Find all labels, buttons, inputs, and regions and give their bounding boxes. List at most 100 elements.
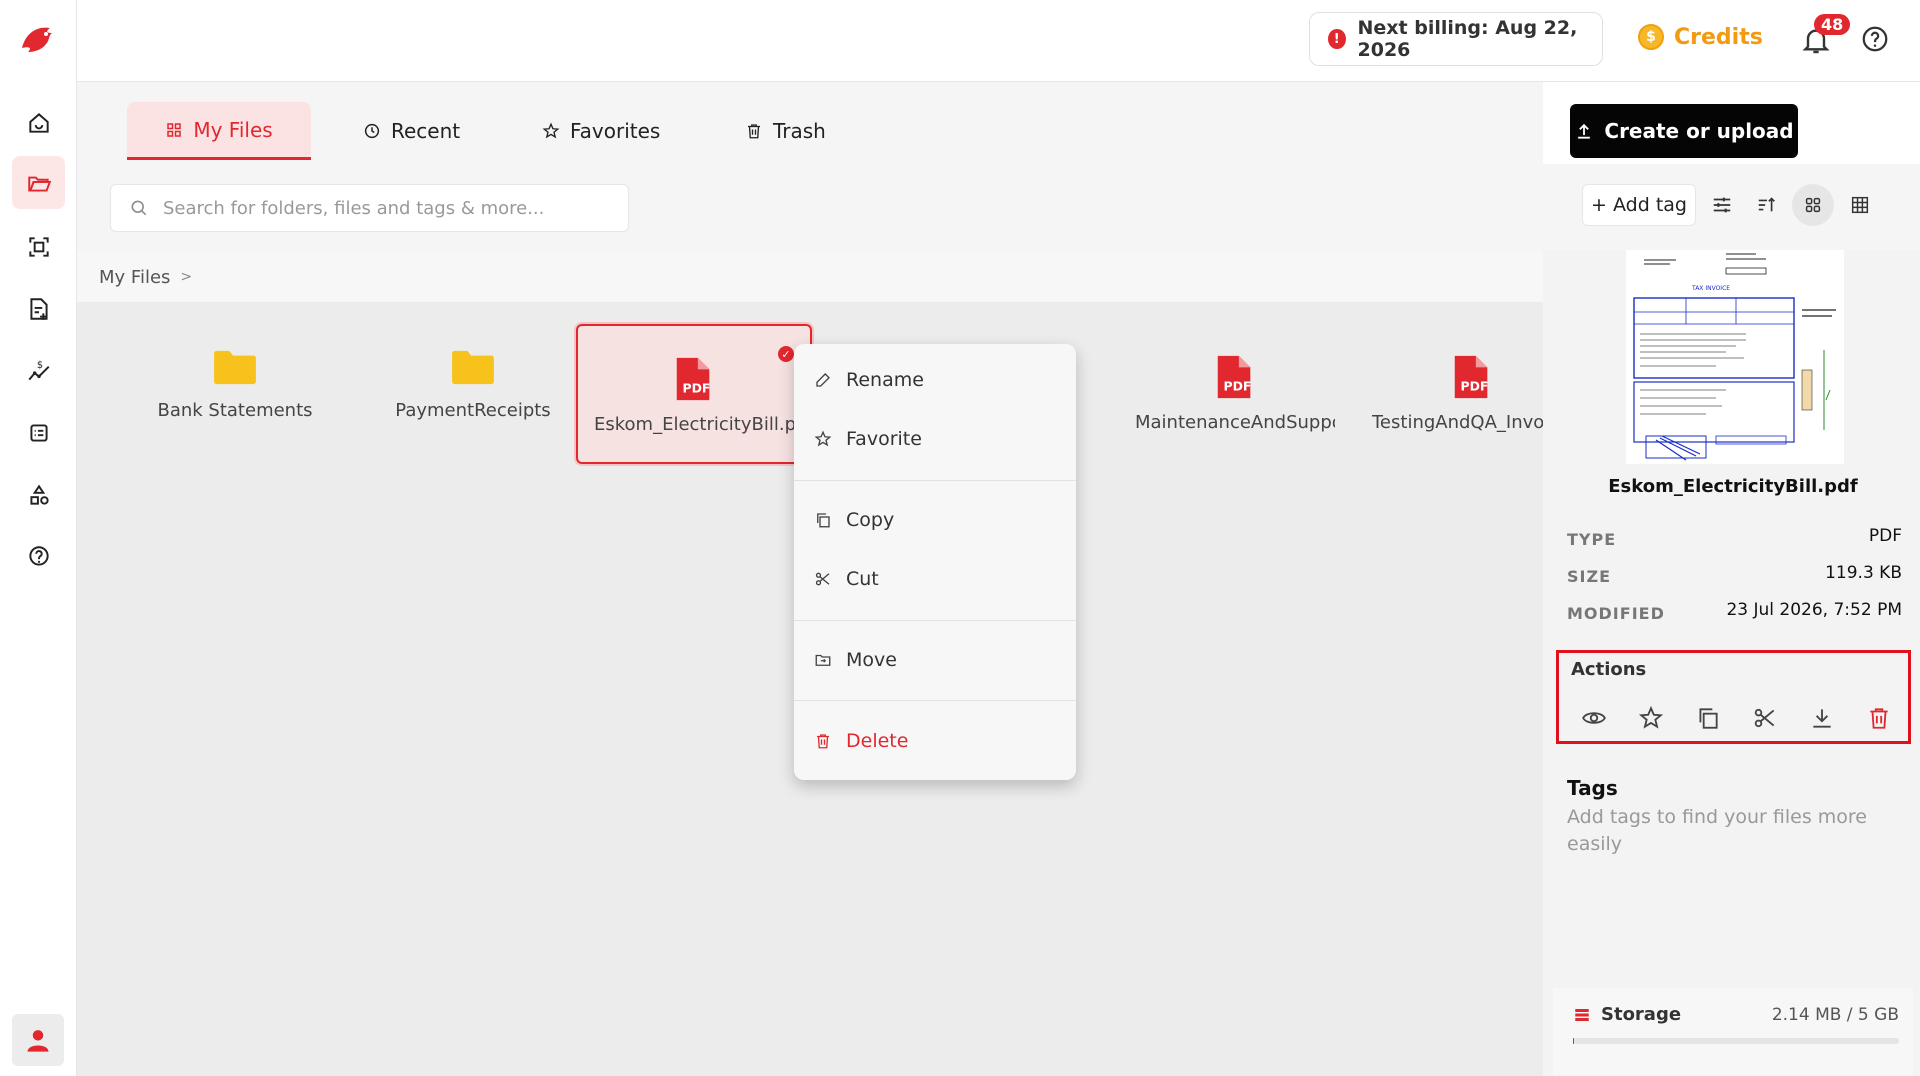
billing-label: Next billing: Aug 22, 2026 (1357, 17, 1578, 61)
file-name: TestingAndQA_Invoice.pdf (1372, 412, 1572, 433)
preview-eye-icon[interactable] (1581, 705, 1607, 731)
context-cut[interactable]: Cut (814, 559, 879, 599)
shapes-icon (29, 484, 49, 505)
billing-status[interactable]: ! Next billing: Aug 22, 2026 (1309, 12, 1603, 66)
storage-value: 2.14 MB / 5 GB (1771, 1005, 1899, 1025)
edit-icon (816, 373, 830, 387)
copy-icon[interactable] (1695, 705, 1721, 731)
file-name: Eskom_ElectricityBill.pdf (594, 414, 794, 435)
storage-icon (1575, 1008, 1589, 1021)
trash-icon (748, 124, 760, 139)
tags-title: Tags (1567, 776, 1618, 800)
storage-progress-fill (1573, 1038, 1574, 1044)
tab-favorites[interactable]: Favorites (522, 102, 680, 160)
svg-text:$: $ (36, 359, 42, 370)
tab-my-files[interactable]: My Files (127, 102, 311, 160)
folder-item[interactable]: Bank Statements (117, 348, 353, 421)
menu-label: Cut (846, 568, 879, 590)
file-name: PaymentReceipts (395, 400, 551, 421)
pdf-label: PDF (1224, 378, 1252, 393)
tab-recent[interactable]: Recent (343, 102, 480, 160)
context-rename[interactable]: Rename (814, 360, 924, 400)
selected-file-name: Eskom_ElectricityBill.pdf (1608, 476, 1858, 497)
pdf-label: PDF (1461, 378, 1489, 393)
context-copy[interactable]: Copy (814, 500, 894, 540)
user-avatar[interactable] (12, 1014, 64, 1066)
delete-trash-icon[interactable] (1866, 705, 1892, 731)
finance-chart-icon: $ (28, 359, 49, 380)
file-item[interactable]: PDF MaintenanceAndSupport (1117, 354, 1353, 433)
credits-button[interactable]: $ Credits (1638, 24, 1763, 50)
sort-button[interactable] (1750, 188, 1784, 222)
create-or-upload-button[interactable]: Create or upload (1570, 104, 1798, 158)
filter-button[interactable] (1705, 188, 1739, 222)
folder-icon (214, 350, 256, 385)
document-add-icon (29, 297, 48, 320)
storage-progress-bar (1573, 1038, 1899, 1044)
sort-icon (1758, 197, 1775, 212)
help-button[interactable] (1860, 24, 1890, 54)
menu-label: Delete (846, 730, 909, 752)
download-icon[interactable] (1809, 705, 1835, 731)
tab-label: Recent (391, 119, 461, 143)
documents-nav-button[interactable] (12, 282, 65, 335)
scissors-icon[interactable] (1752, 705, 1778, 731)
file-preview-thumbnail[interactable]: TAX INVOICE (1626, 250, 1844, 464)
table-view-button[interactable] (1843, 188, 1877, 222)
breadcrumb-root[interactable]: My Files (99, 267, 170, 288)
storage-section: Storage 2.14 MB / 5 GB (1553, 988, 1913, 1076)
menu-label: Favorite (846, 428, 922, 450)
upload-icon (1578, 123, 1591, 139)
file-name: Bank Statements (157, 400, 313, 421)
favorite-star-icon[interactable] (1638, 705, 1664, 731)
shapes-nav-button[interactable] (12, 468, 65, 521)
pdf-icon: PDF (1217, 355, 1252, 399)
menu-label: Rename (846, 369, 924, 391)
context-favorite[interactable]: Favorite (814, 419, 922, 459)
home-nav-button[interactable] (12, 96, 65, 149)
star-icon (542, 122, 560, 139)
actions-section: Actions (1556, 650, 1911, 744)
add-tag-button[interactable]: + Add tag (1582, 184, 1696, 226)
size-value: 119.3 KB (1825, 563, 1902, 583)
modified-value: 23 Jul 2026, 7:52 PM (1726, 600, 1902, 620)
size-label: SIZE (1567, 567, 1612, 586)
tab-trash[interactable]: Trash (725, 102, 846, 160)
checklist-nav-button[interactable] (12, 406, 65, 459)
file-item-selected[interactable]: ✓ PDF Eskom_ElectricityBill.pdf (576, 324, 812, 464)
trash-icon (817, 734, 829, 749)
menu-divider (794, 620, 1076, 621)
scan-nav-button[interactable] (12, 220, 65, 273)
user-icon (27, 1030, 49, 1052)
search-input[interactable]: Search for folders, files and tags & mor… (163, 198, 544, 219)
tags-hint: Add tags to find your files more easily (1567, 806, 1867, 855)
tabs-bar: My Files Recent Favorites Trash (77, 82, 1543, 164)
folder-icon (452, 350, 494, 385)
credits-label: Credits (1674, 24, 1763, 50)
scan-icon (28, 236, 49, 257)
grid-view-button[interactable] (1792, 184, 1834, 226)
svg-text:TAX INVOICE: TAX INVOICE (1691, 285, 1730, 292)
search-box[interactable]: Search for folders, files and tags & mor… (110, 184, 629, 232)
copy-icon (817, 513, 830, 528)
pdf-icon: PDF (1454, 355, 1489, 399)
finance-nav-button[interactable]: $ (12, 344, 65, 397)
search-icon (131, 200, 147, 216)
grid-icon (167, 122, 182, 137)
folder-item[interactable]: PaymentReceipts (355, 348, 591, 421)
app-logo-icon[interactable] (16, 18, 60, 62)
scissors-icon (815, 572, 830, 586)
file-name: MaintenanceAndSupport (1135, 412, 1335, 433)
menu-label: Move (846, 649, 897, 671)
context-move[interactable]: Move (814, 640, 897, 680)
breadcrumb-chevron-icon: > (180, 269, 193, 285)
files-nav-button[interactable] (12, 156, 65, 209)
notification-badge: 48 (1814, 14, 1851, 35)
context-delete[interactable]: Delete (814, 721, 908, 761)
actions-title: Actions (1571, 659, 1647, 680)
menu-divider (794, 480, 1076, 481)
support-nav-button[interactable] (12, 530, 65, 583)
type-label: TYPE (1567, 530, 1617, 549)
grid-view-icon (1805, 197, 1821, 213)
question-icon (1862, 26, 1888, 52)
